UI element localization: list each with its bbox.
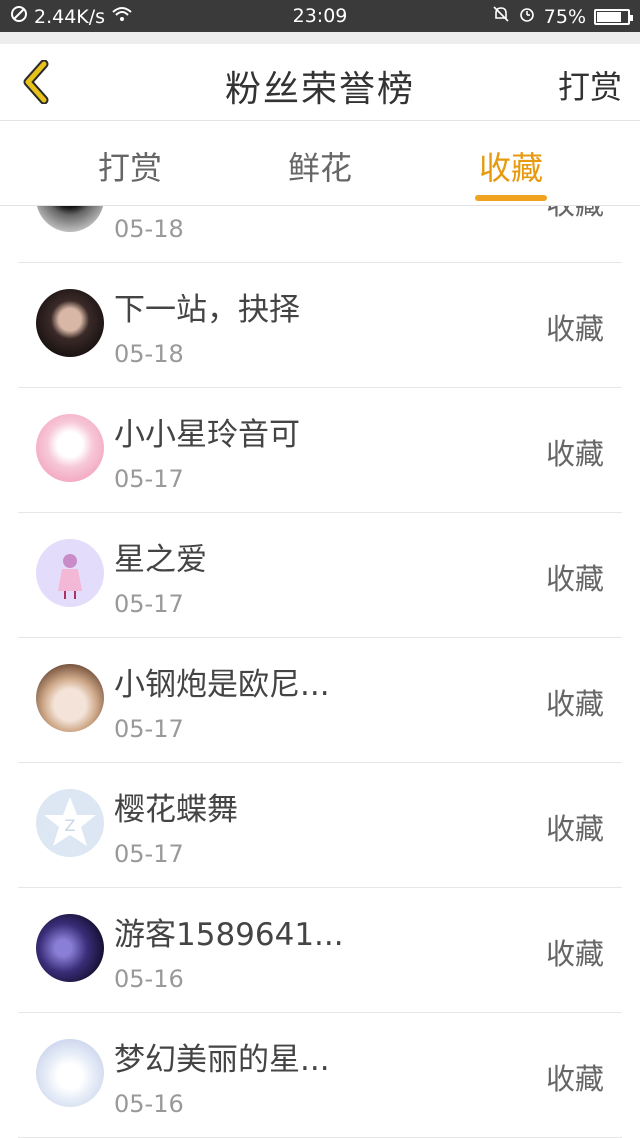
- active-tab-indicator: [475, 195, 547, 201]
- fan-date: 05-17: [114, 590, 184, 618]
- action-label: 收藏: [545, 687, 604, 721]
- list-item[interactable]: 游客1589641... 05-16 收藏: [18, 887, 622, 1013]
- tab-reward[interactable]: 打赏: [70, 143, 190, 189]
- header-gap: [0, 32, 640, 44]
- action-label: 收藏: [545, 937, 604, 971]
- status-bar: 2.44K/s 23:09 75%: [0, 0, 640, 32]
- alarm-icon: [518, 5, 536, 28]
- default-avatar-icon: Z: [44, 797, 96, 846]
- tab-bar: 打赏 鲜花 收藏: [0, 121, 640, 206]
- fan-name: 小小星玲音可: [114, 417, 300, 453]
- list-item[interactable]: 05-18 收藏: [18, 206, 622, 263]
- action-label: 收藏: [545, 812, 604, 846]
- fan-date: 05-17: [114, 465, 184, 493]
- avatar: [36, 914, 104, 982]
- avatar: [36, 206, 104, 232]
- fan-date: 05-18: [114, 340, 184, 368]
- fan-name: 下一站，抉择: [114, 292, 300, 328]
- action-label: 收藏: [545, 312, 604, 346]
- fan-date: 05-16: [114, 1090, 184, 1118]
- avatar: Z: [36, 789, 104, 857]
- action-label: 收藏: [545, 562, 604, 596]
- fan-date: 05-16: [114, 965, 184, 993]
- action-label: 收藏: [545, 1062, 604, 1096]
- fan-name: 梦幻美丽的星...: [114, 1042, 330, 1078]
- avatar: [36, 289, 104, 357]
- reward-button[interactable]: 打赏: [558, 62, 622, 108]
- battery-icon: [594, 8, 633, 25]
- list-item[interactable]: 小小星玲音可 05-17 收藏: [18, 387, 622, 513]
- svg-text:Z: Z: [65, 816, 76, 835]
- list-item[interactable]: Z 樱花蝶舞 05-17 收藏: [18, 762, 622, 888]
- tab-favorites[interactable]: 收藏: [451, 143, 571, 189]
- status-right: 75%: [492, 5, 633, 28]
- list-item[interactable]: 星之爱 05-17 收藏: [18, 512, 622, 638]
- avatar: [36, 539, 104, 607]
- fan-name: 游客1589641...: [114, 917, 344, 953]
- list-item[interactable]: 梦幻美丽的星... 05-16 收藏: [18, 1012, 622, 1138]
- list-item[interactable]: 下一站，抉择 05-18 收藏: [18, 262, 622, 388]
- tab-flowers[interactable]: 鲜花: [260, 143, 380, 189]
- fan-name: 小钢炮是欧尼...: [114, 667, 330, 703]
- fan-name: 樱花蝶舞: [114, 792, 238, 828]
- fan-date: 05-17: [114, 715, 184, 743]
- avatar: [36, 414, 104, 482]
- action-label: 收藏: [545, 437, 604, 471]
- nav-header: 粉丝荣誉榜 打赏: [0, 44, 640, 121]
- fan-list: 05-18 收藏 下一站，抉择 05-18 收藏 小小星玲音可 05-17 收藏…: [0, 206, 640, 1138]
- fan-date: 05-17: [114, 840, 184, 868]
- avatar: [36, 1039, 104, 1107]
- mute-bell-icon: [492, 5, 510, 28]
- action-label: 收藏: [546, 206, 604, 223]
- battery-percent: 75%: [543, 5, 586, 28]
- fan-name: 星之爱: [114, 542, 207, 578]
- fan-date: 05-18: [114, 215, 184, 243]
- page-title: 粉丝荣誉榜: [224, 69, 415, 110]
- list-item[interactable]: 小钢炮是欧尼... 05-17 收藏: [18, 637, 622, 763]
- avatar: [36, 664, 104, 732]
